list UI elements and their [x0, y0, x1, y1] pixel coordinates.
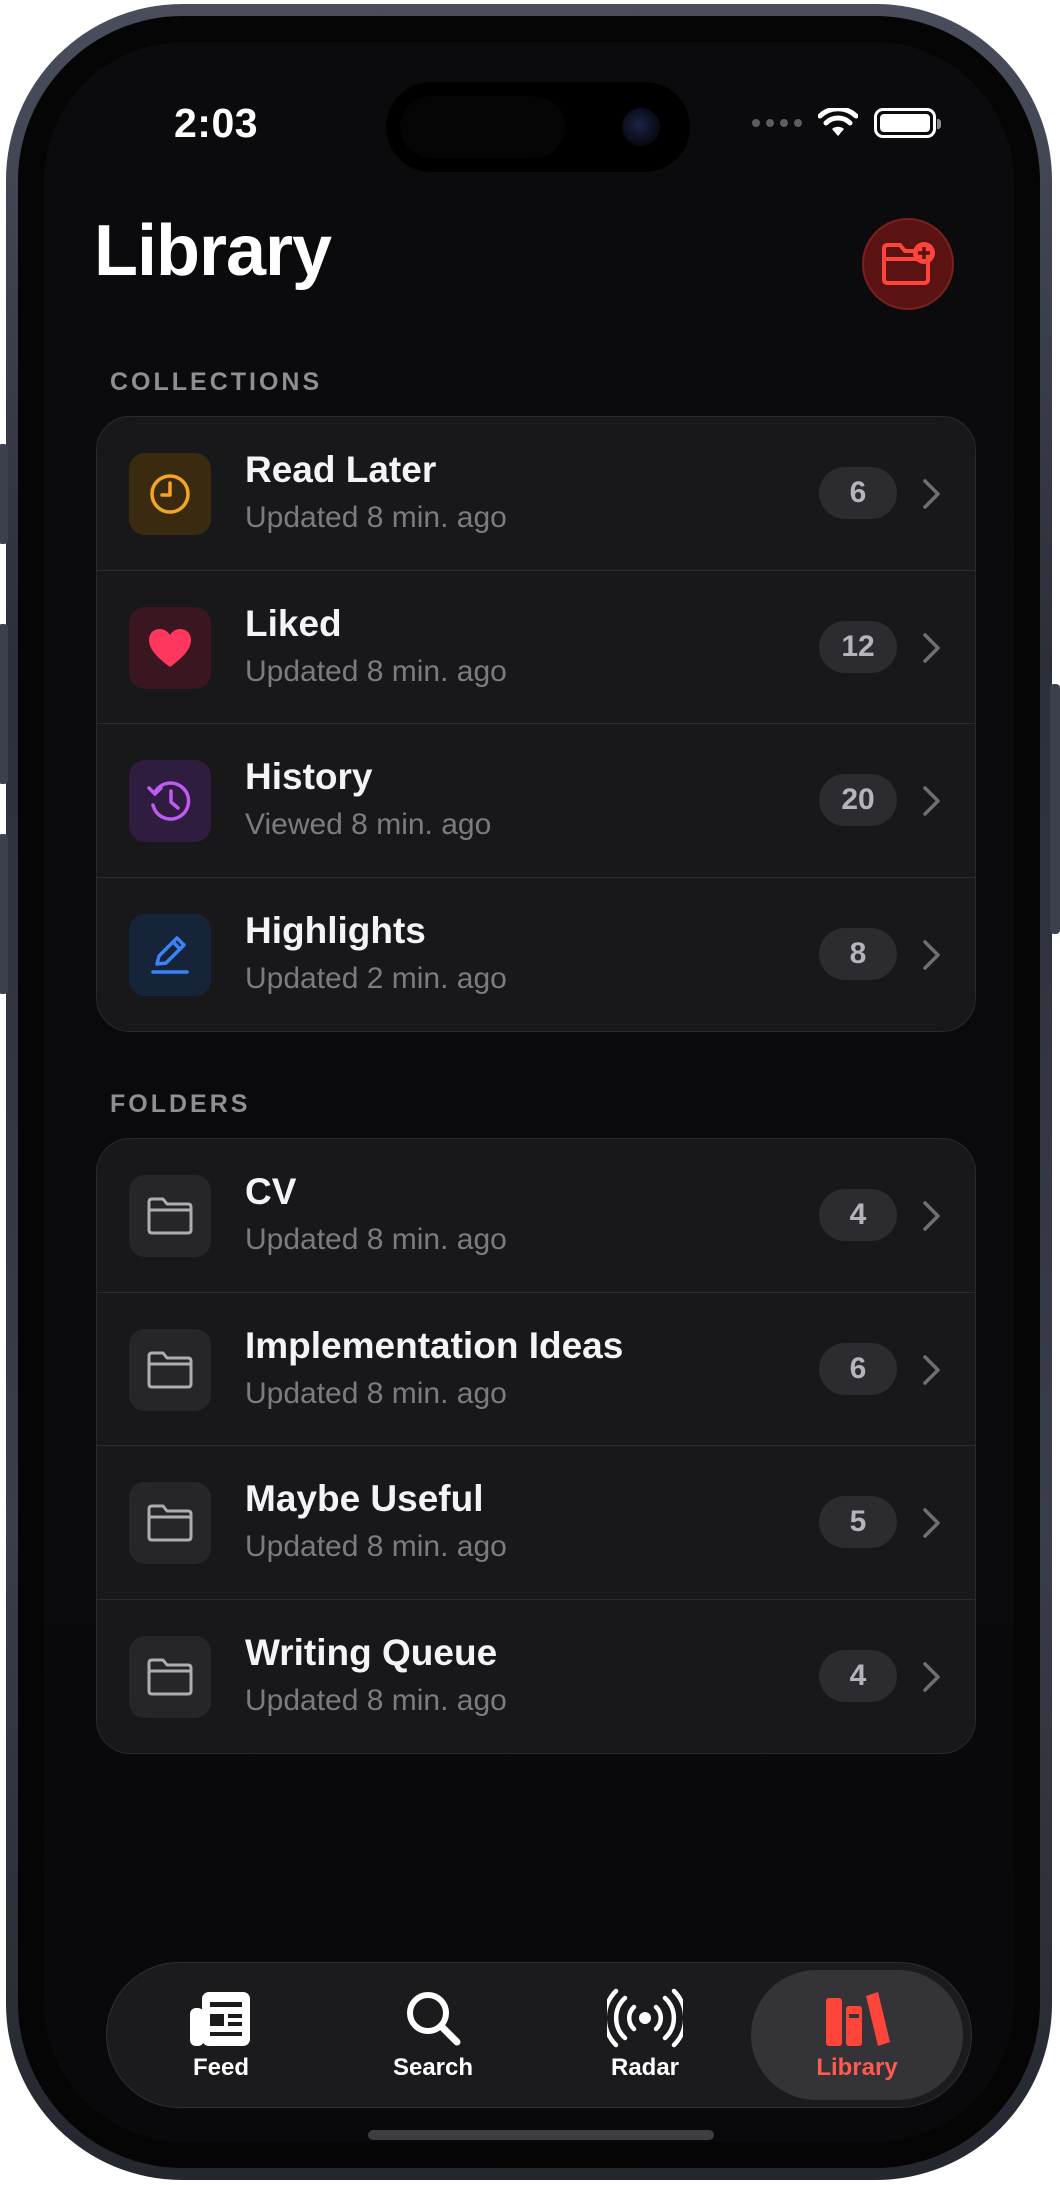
clock-icon — [129, 453, 211, 535]
power-button — [1050, 684, 1060, 934]
chevron-right-icon — [923, 479, 940, 509]
row-title: History — [245, 756, 373, 797]
broadcast-icon — [607, 1988, 683, 2048]
folder-icon — [129, 1635, 211, 1718]
count-badge: 12 — [819, 620, 897, 673]
count-badge: 4 — [819, 1189, 897, 1241]
tab-bar: Feed Search Radar Library — [106, 1962, 972, 2108]
count-badge: 6 — [819, 1342, 897, 1395]
folder-icon — [129, 1175, 211, 1257]
volume-up-button — [0, 624, 8, 784]
chevron-right-icon — [923, 1661, 940, 1692]
count-badge: 5 — [819, 1496, 897, 1548]
collection-row-history[interactable]: History Viewed 8 min. ago 20 — [97, 724, 975, 878]
folder-row-cv[interactable]: CV Updated 8 min. ago 4 — [97, 1139, 975, 1293]
row-subtitle: Updated 8 min. ago — [245, 1530, 507, 1563]
tab-label: Search — [392, 2054, 474, 2081]
action-button — [0, 444, 8, 544]
page-title: Library — [94, 211, 332, 291]
count-badge: 20 — [819, 774, 897, 826]
folder-row-writing-queue[interactable]: Writing Queue Updated 8 min. ago 4 — [97, 1600, 975, 1754]
tab-label: Radar — [610, 2054, 680, 2081]
folder-icon — [129, 1482, 211, 1564]
chevron-right-icon — [923, 1201, 940, 1231]
row-subtitle: Viewed 8 min. ago — [245, 808, 492, 841]
status-indicators — [752, 108, 941, 138]
row-title: Implementation Ideas — [245, 1324, 624, 1366]
newspaper-icon — [190, 1992, 250, 2046]
battery-icon — [874, 108, 941, 138]
count-badge: 4 — [819, 1649, 897, 1702]
pencil-icon — [129, 913, 211, 996]
heart-icon — [129, 606, 211, 689]
folders-list: CV Updated 8 min. ago 4 Implementation I… — [96, 1138, 976, 1754]
tab-library[interactable]: Library — [751, 1970, 963, 2100]
tab-feed[interactable]: Feed — [115, 1970, 327, 2100]
folder-row-implementation-ideas[interactable]: Implementation Ideas Updated 8 min. ago … — [97, 1293, 975, 1446]
history-icon — [129, 760, 211, 842]
row-title: Writing Queue — [245, 1631, 498, 1673]
row-title: CV — [245, 1171, 297, 1212]
screen: 2:03 Library COLLECTIONS Read Later Upda… — [44, 42, 1014, 2142]
chevron-right-icon — [923, 1508, 940, 1538]
row-title: Maybe Useful — [245, 1478, 484, 1519]
chevron-right-icon — [923, 786, 940, 816]
row-subtitle: Updated 8 min. ago — [245, 501, 507, 534]
tab-label: Feed — [192, 2054, 249, 2081]
folder-plus-icon — [882, 242, 935, 285]
home-indicator[interactable] — [368, 2130, 714, 2140]
collection-row-highlights[interactable]: Highlights Updated 2 min. ago 8 — [97, 878, 975, 1032]
camera-icon — [622, 108, 660, 146]
books-icon — [826, 1992, 890, 2046]
tab-search[interactable]: Search — [327, 1970, 539, 2100]
wifi-icon — [818, 108, 858, 136]
tab-label: Library — [816, 2054, 898, 2081]
row-subtitle: Updated 8 min. ago — [245, 1376, 507, 1410]
row-title: Read Later — [245, 449, 437, 490]
dynamic-island — [386, 82, 690, 172]
row-subtitle: Updated 2 min. ago — [245, 961, 507, 995]
row-subtitle: Updated 8 min. ago — [245, 654, 507, 688]
chevron-right-icon — [923, 939, 940, 970]
chevron-right-icon — [923, 632, 940, 663]
volume-down-button — [0, 834, 8, 994]
count-badge: 6 — [819, 467, 897, 519]
collections-section-label: COLLECTIONS — [110, 368, 323, 396]
magnifier-icon — [407, 1992, 461, 2046]
new-folder-button[interactable] — [862, 218, 954, 310]
collection-row-liked[interactable]: Liked Updated 8 min. ago 12 — [97, 571, 975, 724]
tab-radar[interactable]: Radar — [539, 1970, 751, 2100]
collections-list: Read Later Updated 8 min. ago 6 Liked Up… — [96, 416, 976, 1032]
row-title: Highlights — [245, 909, 426, 951]
collection-row-read-later[interactable]: Read Later Updated 8 min. ago 6 — [97, 417, 975, 571]
phone-frame: 2:03 Library COLLECTIONS Read Later Upda… — [0, 4, 1060, 2180]
status-time: 2:03 — [174, 100, 259, 146]
folder-icon — [129, 1328, 211, 1411]
row-subtitle: Updated 8 min. ago — [245, 1223, 507, 1256]
row-subtitle: Updated 8 min. ago — [245, 1683, 507, 1717]
chevron-right-icon — [923, 1354, 940, 1385]
row-title: Liked — [245, 602, 342, 644]
folder-row-maybe-useful[interactable]: Maybe Useful Updated 8 min. ago 5 — [97, 1446, 975, 1600]
count-badge: 8 — [819, 927, 897, 980]
folders-section-label: FOLDERS — [110, 1090, 251, 1118]
signal-dots-icon — [752, 119, 802, 127]
